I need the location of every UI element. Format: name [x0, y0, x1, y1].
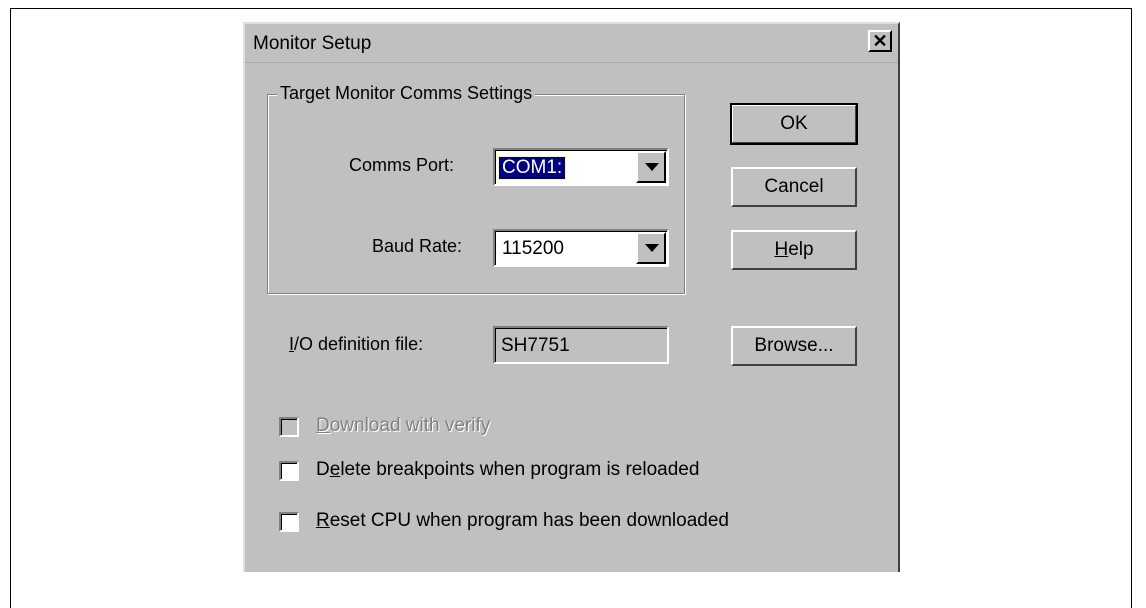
comms-settings-legend: Target Monitor Comms Settings: [277, 83, 536, 104]
help-button-rest: elp: [788, 239, 814, 260]
delete-breakpoints-label-mnemonic: e: [329, 459, 341, 480]
delete-breakpoints-label[interactable]: Delete breakpoints when program is reloa…: [316, 459, 699, 481]
baud-rate-label: Baud Rate:: [372, 236, 463, 256]
close-button[interactable]: ✕: [868, 30, 892, 52]
monitor-setup-dialog: Monitor Setup ✕ Target Monitor Comms Set…: [243, 22, 900, 572]
ok-button[interactable]: OK: [730, 103, 858, 145]
reset-cpu-label-mnemonic: R: [316, 510, 330, 531]
baud-rate-select[interactable]: 115200: [493, 229, 669, 267]
comms-port-label: Comms Port:: [349, 155, 455, 175]
chevron-down-icon[interactable]: [636, 232, 666, 264]
reset-cpu-checkbox[interactable]: [279, 512, 299, 532]
download-verify-label-mnemonic: D: [316, 415, 330, 436]
io-definition-value: SH7751: [501, 335, 570, 356]
io-definition-label-post: /O definition file:: [294, 334, 424, 354]
help-button[interactable]: Help: [731, 230, 857, 270]
io-definition-field[interactable]: SH7751: [493, 326, 669, 364]
dialog-title: Monitor Setup: [253, 33, 372, 54]
download-verify-label: Download with verify: [316, 415, 490, 437]
help-button-mnemonic: H: [774, 239, 789, 260]
close-icon: ✕: [872, 31, 888, 51]
comms-port-value: COM1:: [497, 156, 567, 180]
chevron-down-icon[interactable]: [636, 151, 666, 183]
comms-port-select[interactable]: COM1:: [493, 148, 669, 186]
delete-breakpoints-label-post: lete breakpoints when program is reloade…: [340, 459, 700, 480]
download-verify-checkbox: [279, 417, 299, 437]
delete-breakpoints-label-pre: D: [316, 459, 330, 480]
baud-rate-value: 115200: [502, 238, 564, 259]
reset-cpu-label[interactable]: Reset CPU when program has been download…: [316, 510, 729, 532]
download-verify-label-post: ownload with verify: [329, 415, 491, 436]
io-definition-label: I/O definition file:: [289, 334, 423, 355]
reset-cpu-label-post: eset CPU when program has been downloade…: [329, 510, 729, 531]
delete-breakpoints-checkbox[interactable]: [279, 461, 299, 481]
cancel-button[interactable]: Cancel: [731, 167, 857, 207]
browse-button[interactable]: Browse...: [731, 326, 857, 366]
title-bar[interactable]: Monitor Setup ✕: [245, 24, 898, 63]
